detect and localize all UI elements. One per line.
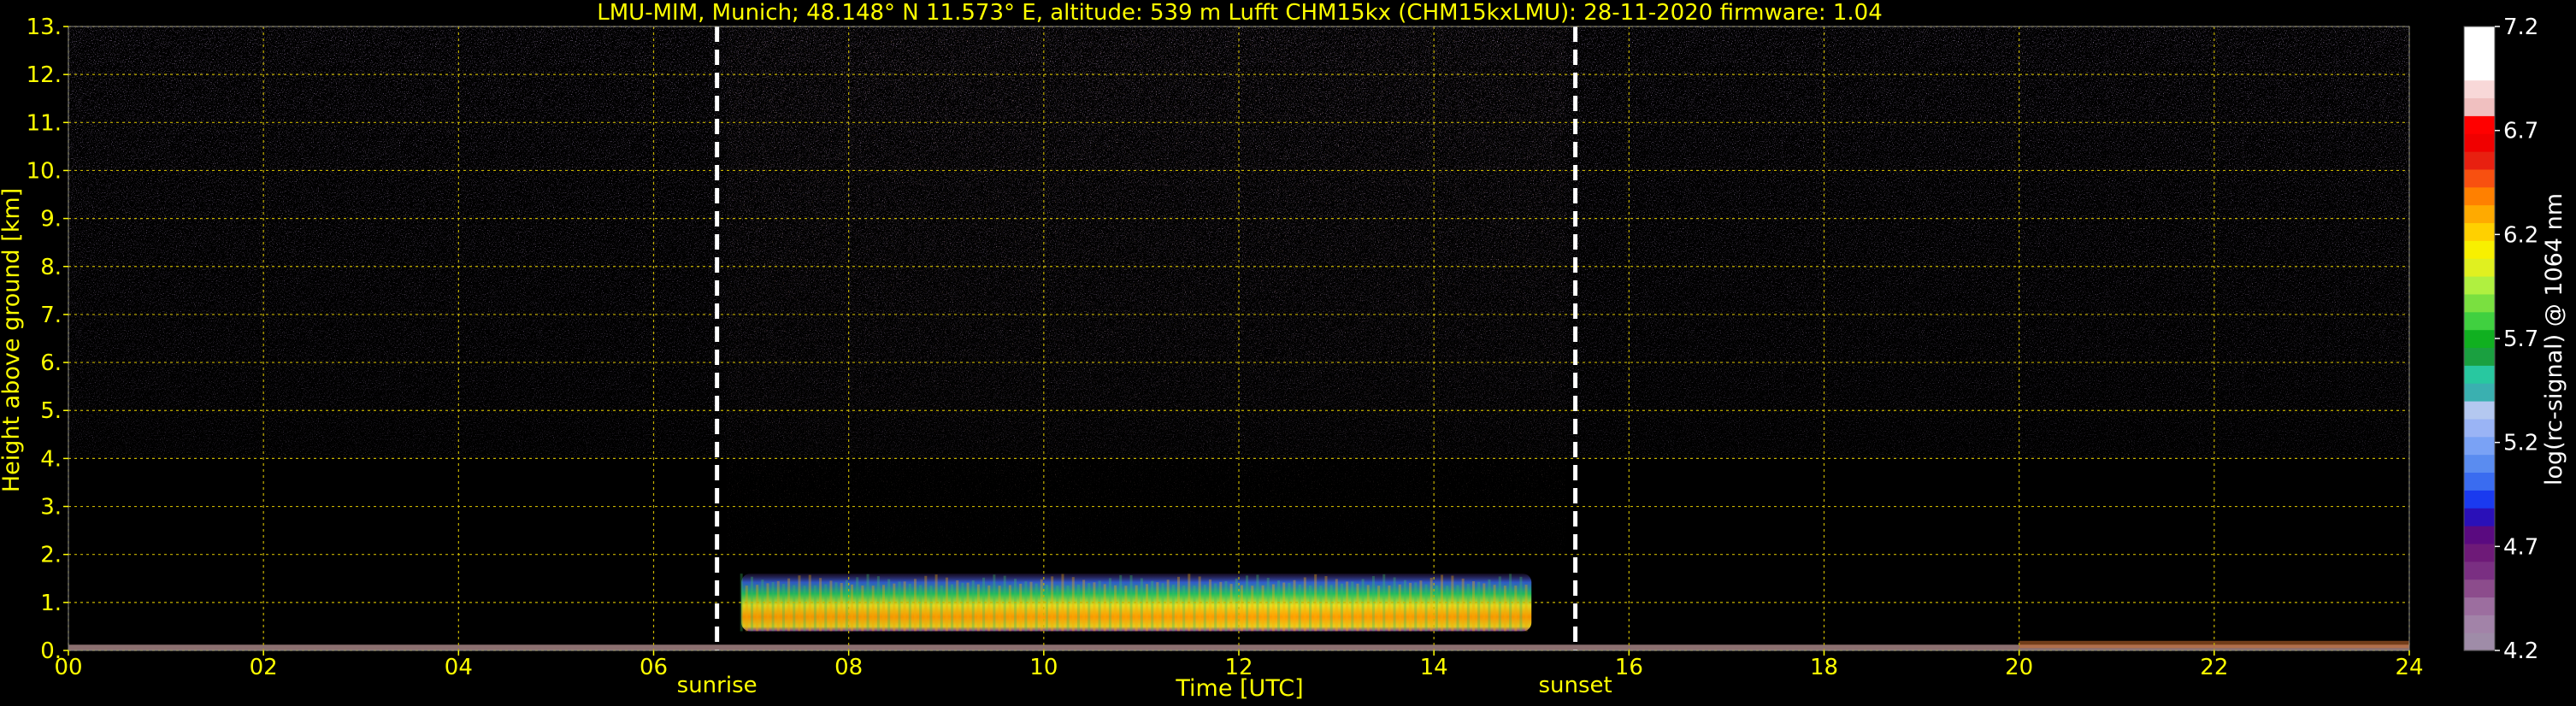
y-tick-label: 5.: [40, 398, 62, 424]
colorbar-tick-label: 6.7: [2503, 119, 2538, 144]
colorbar-segment: [2464, 168, 2495, 188]
plot-area: [68, 26, 2410, 651]
x-tick-label: 20: [2005, 655, 2033, 680]
colorbar-segment: [2464, 97, 2495, 116]
chart-svg: LMU-MIM, Munich; 48.148° N 11.573° E, al…: [0, 0, 2567, 702]
colorbar-ticks: 7.2 6.7 6.2 5.7 5.2 4.7 4.2: [2495, 15, 2538, 664]
colorbar-segment: [2464, 258, 2495, 277]
y-tick-label: 1.: [40, 591, 62, 616]
colorbar-segment: [2464, 561, 2495, 580]
colorbar-tick-label: 5.2: [2503, 431, 2538, 456]
day-noise-field: [727, 26, 1566, 555]
colorbar-segment: [2464, 62, 2495, 81]
colorbar-segment: [2464, 597, 2495, 615]
y-tick-label: 6.: [40, 350, 62, 376]
colorbar-segment: [2464, 133, 2495, 152]
colorbar-tick-label: 7.2: [2503, 15, 2538, 40]
colorbar-segment: [2464, 436, 2495, 456]
colorbar-tick-label: 4.2: [2503, 638, 2538, 664]
colorbar-segment: [2464, 632, 2495, 651]
colorbar-segment: [2464, 365, 2495, 384]
x-tick-label: 22: [2200, 655, 2228, 680]
colorbar-segment: [2464, 543, 2495, 562]
colorbar-segment: [2464, 615, 2495, 633]
y-tick-label: 10.: [27, 158, 62, 184]
x-tick-label: 24: [2395, 655, 2423, 680]
colorbar-segment: [2464, 508, 2495, 527]
y-axis: 0. 1. 2. 3. 4. 5. 6. 7. 8. 9. 10. 11. 12. 13.: [27, 15, 68, 664]
x-axis-label: Time [UTC]: [1175, 675, 1303, 702]
y-tick-label: 9.: [40, 207, 62, 232]
colorbar-segment: [2464, 579, 2495, 598]
colorbar-segment: [2464, 79, 2495, 99]
colorbar-segment: [2464, 526, 2495, 544]
colorbar-segment: [2464, 418, 2495, 438]
x-tick-label: 08: [834, 655, 863, 680]
colorbar: [2463, 26, 2496, 651]
marker-label-sunrise: sunrise: [677, 673, 757, 698]
colorbar-segment: [2464, 472, 2495, 491]
colorbar-segment: [2464, 204, 2495, 224]
colorbar-segment: [2464, 293, 2495, 313]
y-tick-label: 8.: [40, 255, 62, 280]
colorbar-tick-label: 5.7: [2503, 327, 2538, 352]
colorbar-tick-label: 6.2: [2503, 222, 2538, 248]
marker-label-sunset: sunset: [1538, 673, 1612, 698]
x-tick-label: 14: [1420, 655, 1448, 680]
colorbar-segment: [2464, 186, 2495, 206]
y-tick-label: 7.: [40, 303, 62, 328]
colorbar-label: log(rc-signal) @ 1064 nm: [2541, 193, 2567, 485]
chart-title: LMU-MIM, Munich; 48.148° N 11.573° E, al…: [597, 0, 1882, 26]
colorbar-segment: [2464, 490, 2495, 509]
y-tick-label: 11.: [27, 110, 62, 136]
colorbar-segment: [2464, 276, 2495, 295]
x-tick-label: 04: [445, 655, 473, 680]
colorbar-segment: [2464, 240, 2495, 259]
x-tick-label: 18: [1810, 655, 1838, 680]
y-tick-label: 12.: [27, 62, 62, 88]
colorbar-segment: [2464, 329, 2495, 349]
x-tick-label: 02: [250, 655, 278, 680]
y-tick-label: 0.: [40, 638, 62, 664]
y-tick-label: 4.: [40, 446, 62, 472]
x-tick-label: 16: [1615, 655, 1643, 680]
colorbar-segment: [2464, 222, 2495, 241]
day-noise: [727, 26, 1566, 555]
y-tick-label: 3.: [40, 495, 62, 521]
colorbar-segment: [2464, 115, 2495, 134]
ceilometer-figure: LMU-MIM, Munich; 48.148° N 11.573° E, al…: [0, 0, 2576, 706]
colorbar-segment: [2464, 311, 2495, 331]
y-axis-label: Height above ground [km]: [0, 188, 25, 492]
colorbar-segment: [2464, 151, 2495, 170]
colorbar-segment: [2464, 44, 2495, 63]
colorbar-segment: [2464, 401, 2495, 420]
colorbar-tick-label: 4.7: [2503, 534, 2538, 560]
y-tick-label: 2.: [40, 543, 62, 568]
x-tick-label: 06: [640, 655, 668, 680]
y-tick-label: 13.: [27, 15, 62, 40]
x-tick-label: 10: [1029, 655, 1058, 680]
colorbar-segment: [2464, 454, 2495, 474]
colorbar-segment: [2464, 347, 2495, 366]
colorbar-segment: [2464, 26, 2495, 45]
colorbar-segment: [2464, 383, 2495, 402]
